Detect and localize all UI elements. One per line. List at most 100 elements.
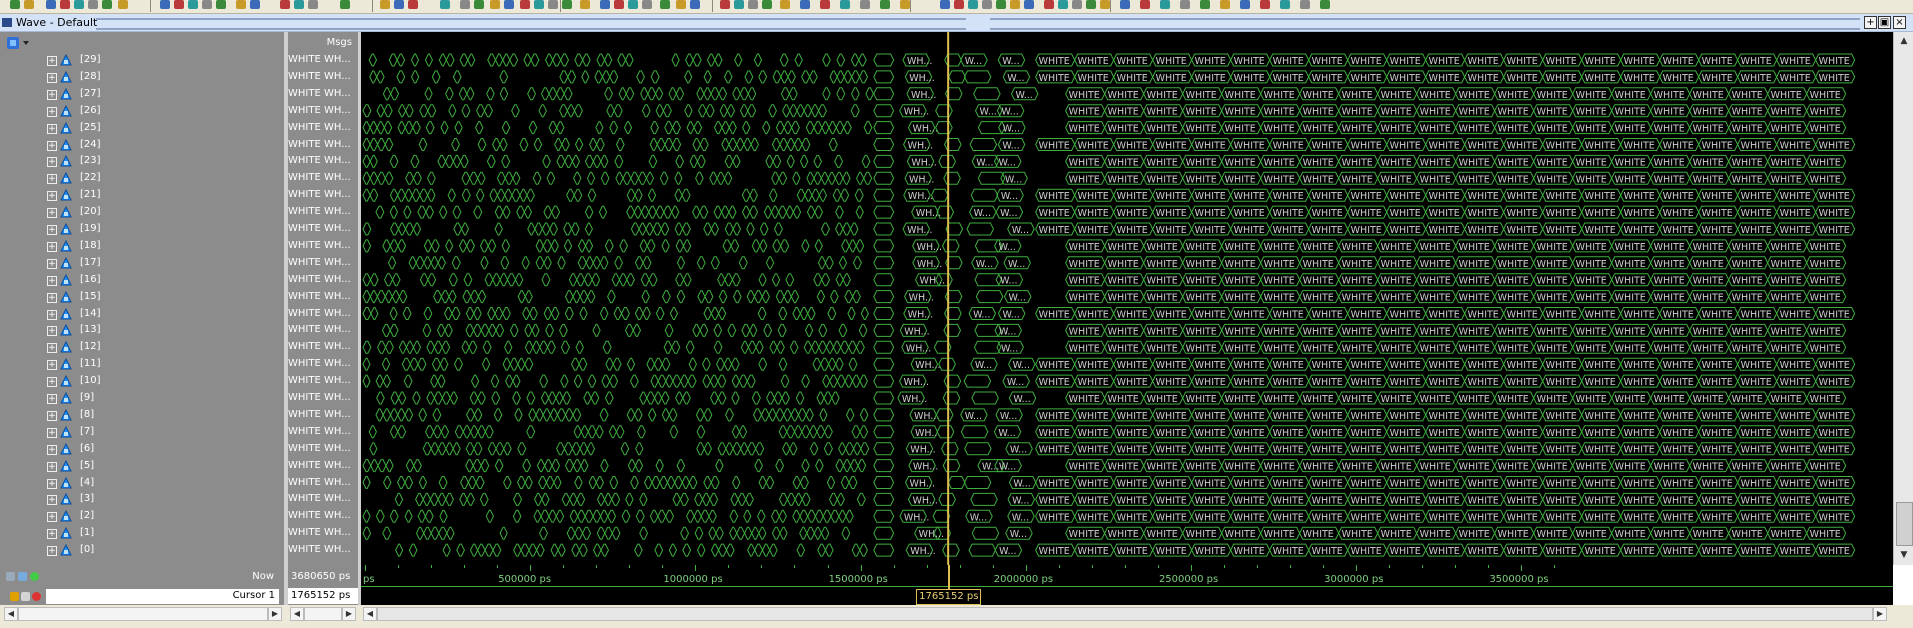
toolbar-button-icon[interactable]: [118, 0, 128, 9]
vertical-scroll-thumb[interactable]: [1896, 502, 1913, 546]
toolbar-button-icon[interactable]: [1280, 0, 1290, 9]
toolbar-button-icon[interactable]: [780, 0, 790, 9]
signal-row[interactable]: + [28]: [0, 69, 284, 86]
toolbar-button-icon[interactable]: [840, 0, 850, 9]
toolbar-button-icon[interactable]: [520, 0, 530, 9]
expand-icon[interactable]: +: [47, 258, 57, 269]
expand-icon[interactable]: +: [47, 225, 57, 235]
signal-row[interactable]: + [24]: [0, 137, 284, 154]
toolbar-button-icon[interactable]: [860, 0, 870, 9]
expand-icon[interactable]: +: [47, 546, 57, 557]
toolbar-button-icon[interactable]: [1100, 0, 1110, 9]
toolbar-button-icon[interactable]: [534, 0, 544, 9]
toolbar-button-icon[interactable]: [280, 0, 290, 9]
wave-traces[interactable]: WH... W... W... WHITE WHITE WHITE WHITE WHITE WH…: [361, 32, 1893, 565]
signal-row[interactable]: + [17]: [0, 255, 284, 272]
toolbar-button-icon[interactable]: [580, 0, 590, 9]
toolbar-button-icon[interactable]: [202, 0, 212, 9]
toolbar-button-icon[interactable]: [60, 0, 70, 9]
toolbar-button-icon[interactable]: [380, 0, 390, 9]
names-scroll-right-icon[interactable]: ▶: [268, 607, 282, 621]
signal-row[interactable]: + [3]: [0, 491, 284, 508]
toolbar-button-icon[interactable]: [24, 0, 34, 9]
toolbar-button-icon[interactable]: [1240, 0, 1250, 9]
scroll-up-icon[interactable]: ▲: [1897, 34, 1911, 48]
signal-row[interactable]: + [4]: [0, 475, 284, 492]
toolbar-button-icon[interactable]: [308, 0, 318, 9]
cursor-time-tag[interactable]: 1765152 ps: [916, 589, 982, 605]
signal-row[interactable]: + [2]: [0, 508, 284, 525]
toolbar-button-icon[interactable]: [1200, 0, 1210, 9]
expand-icon[interactable]: +: [47, 123, 57, 134]
toolbar-button-icon[interactable]: [660, 0, 670, 9]
toolbar-button-icon[interactable]: [340, 0, 350, 9]
expand-icon[interactable]: +: [47, 478, 57, 489]
toolbar-button-icon[interactable]: [160, 0, 170, 9]
signal-row[interactable]: + [0]: [0, 542, 284, 559]
wave-scroll-right-icon[interactable]: ▶: [1873, 607, 1887, 621]
toolbar-button-icon[interactable]: [46, 0, 56, 9]
toolbar-button-icon[interactable]: [188, 0, 198, 9]
expand-icon[interactable]: +: [47, 89, 57, 100]
toolbar-button-icon[interactable]: [954, 0, 964, 9]
toolbar-button-icon[interactable]: [600, 0, 610, 9]
close-button[interactable]: ×: [1893, 16, 1906, 29]
toolbar-button-icon[interactable]: [734, 0, 744, 9]
toolbar-button-icon[interactable]: [1058, 0, 1068, 9]
expand-icon[interactable]: +: [47, 275, 57, 286]
signal-row[interactable]: + [7]: [0, 424, 284, 441]
toolbar-button-icon[interactable]: [88, 0, 98, 9]
signal-row[interactable]: + [29]: [0, 52, 284, 69]
vertical-scrollbar[interactable]: ▲ ▼: [1893, 32, 1913, 565]
toolbar-button-icon[interactable]: [628, 0, 638, 9]
add-icon[interactable]: [30, 572, 39, 581]
expand-icon[interactable]: +: [47, 529, 57, 540]
toolbar-button-icon[interactable]: [294, 0, 304, 9]
expand-icon[interactable]: +: [47, 72, 57, 83]
expand-icon[interactable]: +: [47, 208, 57, 219]
expand-icon[interactable]: +: [47, 377, 57, 388]
toolbar-button-icon[interactable]: [490, 0, 500, 9]
toolbar-button-icon[interactable]: [1120, 0, 1130, 9]
signal-row[interactable]: + [13]: [0, 322, 284, 339]
toolbar-button-icon[interactable]: [880, 0, 890, 9]
delete-icon[interactable]: [32, 592, 41, 601]
cursor-label-box[interactable]: Cursor 1: [46, 589, 279, 604]
toolbar-button-icon[interactable]: [1024, 0, 1034, 9]
wave-display[interactable]: WH... W... W... WHITE WHITE WHITE WHITE WHITE WH…: [361, 32, 1893, 565]
toolbar-button-icon[interactable]: [394, 0, 404, 9]
toolbar-button-icon[interactable]: [1300, 0, 1310, 9]
toolbar-button-icon[interactable]: [996, 0, 1006, 9]
expand-icon[interactable]: +: [47, 106, 57, 117]
values-scroll-right-icon[interactable]: ▶: [342, 607, 356, 621]
toolbar-button-icon[interactable]: [1072, 0, 1082, 9]
toolbar-button-icon[interactable]: [690, 0, 700, 9]
toolbar-button-icon[interactable]: [820, 0, 830, 9]
expand-icon[interactable]: +: [47, 292, 57, 303]
expand-icon[interactable]: +: [47, 410, 57, 421]
signal-row[interactable]: + [11]: [0, 356, 284, 373]
signal-row[interactable]: + [15]: [0, 289, 284, 306]
toolbar-button-icon[interactable]: [1140, 0, 1150, 9]
toolbar-button-icon[interactable]: [720, 0, 730, 9]
toolbar-button-icon[interactable]: [940, 0, 950, 9]
toolbar-button-icon[interactable]: [982, 0, 992, 9]
signal-row[interactable]: + [22]: [0, 170, 284, 187]
toolbar-button-icon[interactable]: [74, 0, 84, 9]
signal-row[interactable]: + [23]: [0, 153, 284, 170]
signal-row[interactable]: + [21]: [0, 187, 284, 204]
toolbar-button-icon[interactable]: [1044, 0, 1054, 9]
expand-icon[interactable]: +: [47, 495, 57, 506]
add-cursor-icon[interactable]: [18, 572, 27, 581]
toolbar-button-icon[interactable]: [1180, 0, 1190, 9]
add-wave-icon[interactable]: [6, 36, 30, 50]
wave-scroll-thumb[interactable]: [377, 607, 1873, 621]
toolbar-button-icon[interactable]: [642, 0, 652, 9]
wave-scroll-left-icon[interactable]: ◀: [363, 607, 377, 621]
expand-icon[interactable]: +: [47, 56, 57, 66]
expand-icon[interactable]: +: [47, 174, 57, 185]
time-axis[interactable]: ps 500000 ps 1000000 ps 1500000 ps 2000000 p…: [361, 565, 1893, 605]
values-scroll-left-icon[interactable]: ◀: [290, 607, 304, 621]
toolbar-button-icon[interactable]: [748, 0, 758, 9]
toolbar-button-icon[interactable]: [548, 0, 558, 9]
